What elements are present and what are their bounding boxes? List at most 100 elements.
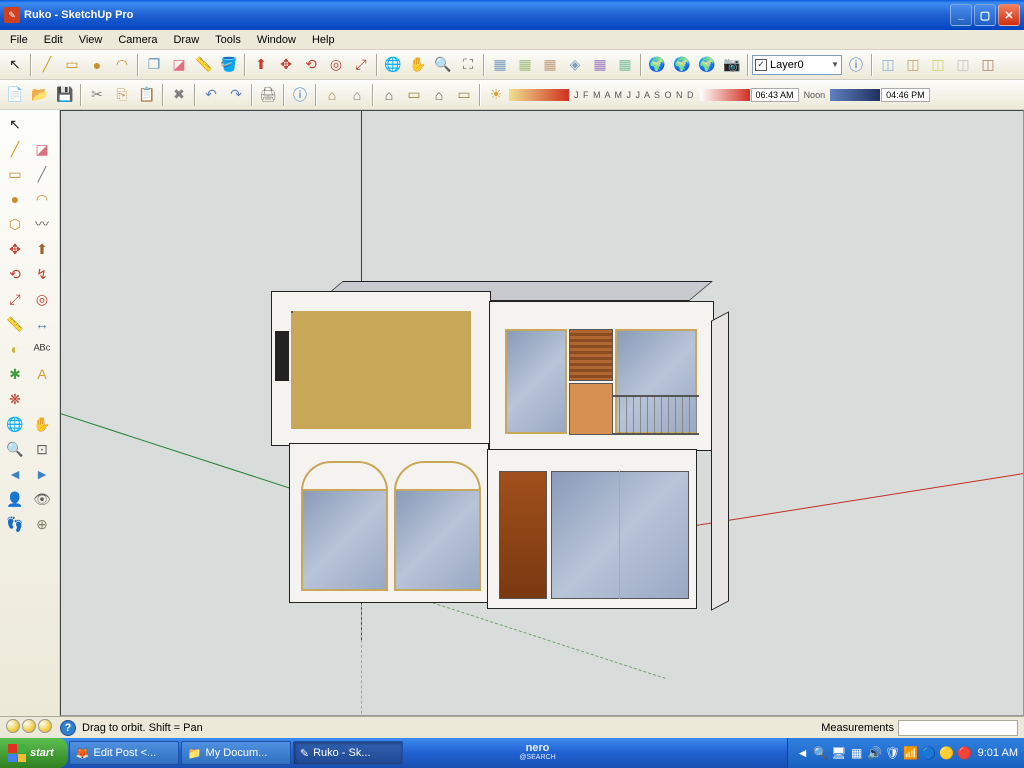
menu-draw[interactable]: Draw [165, 32, 207, 48]
rotate2-icon[interactable]: ⟲ [2, 262, 28, 286]
open-icon[interactable]: 📂 [28, 83, 52, 107]
measurements-input[interactable] [898, 720, 1018, 736]
ge4-icon[interactable]: 📷 [720, 53, 744, 77]
new-icon[interactable]: 📄 [3, 83, 27, 107]
line-tool-icon[interactable]: ╱ [2, 137, 28, 161]
shaded-icon[interactable]: ◫ [876, 53, 900, 77]
start-button[interactable]: start [0, 738, 68, 768]
top-icon[interactable]: ▦ [538, 53, 562, 77]
copy-icon[interactable]: ⎘ [110, 83, 134, 107]
line-icon[interactable]: ╱ [35, 53, 59, 77]
tray-icon-9[interactable]: 🔴 [957, 745, 973, 761]
xray-icon[interactable]: ◫ [951, 53, 975, 77]
house3-icon[interactable]: ⌂ [377, 83, 401, 107]
shadow-time-slider-am[interactable] [700, 89, 750, 101]
ge3-icon[interactable]: 🌍 [695, 53, 719, 77]
tray-icon-1[interactable]: 🔍 [813, 745, 829, 761]
shadow-time-slider-pm[interactable] [830, 89, 880, 101]
menu-view[interactable]: View [71, 32, 111, 48]
maximize-button[interactable]: ▢ [974, 4, 996, 26]
orbit2-icon[interactable]: 🌐 [2, 412, 28, 436]
close-button[interactable]: ✕ [998, 4, 1020, 26]
paste-icon[interactable]: 📋 [135, 83, 159, 107]
menu-edit[interactable]: Edit [36, 32, 71, 48]
rotate-icon[interactable]: ⟲ [299, 53, 323, 77]
house2-icon[interactable]: ⌂ [345, 83, 369, 107]
line2-tool-icon[interactable]: ╱ [29, 162, 55, 186]
move-icon[interactable]: ✥ [274, 53, 298, 77]
clock[interactable]: 9:01 AM [978, 747, 1018, 759]
side1-icon[interactable]: ▦ [588, 53, 612, 77]
poly-tool-icon[interactable]: ⬡ [2, 212, 28, 236]
sun-icon[interactable]: ☀ [484, 83, 508, 107]
menu-help[interactable]: Help [304, 32, 343, 48]
wire-icon[interactable]: ◫ [901, 53, 925, 77]
freehand-tool-icon[interactable]: 〰 [29, 212, 55, 236]
zoom-icon[interactable]: 🔍 [431, 53, 455, 77]
iso-icon[interactable]: ◈ [563, 53, 587, 77]
tray-icon-0[interactable]: ◄ [795, 745, 811, 761]
menu-file[interactable]: File [2, 32, 36, 48]
tape2-icon[interactable]: 📏 [2, 312, 28, 336]
position-icon[interactable]: 👤 [2, 487, 28, 511]
section-icon[interactable]: ❋ [2, 387, 28, 411]
shadow-date-slider[interactable] [509, 89, 569, 101]
scale-icon[interactable]: ⤢ [349, 53, 373, 77]
arc-icon[interactable]: ◠ [110, 53, 134, 77]
layer-info-icon[interactable]: ⓘ [844, 53, 868, 77]
followme-icon[interactable]: ↯ [29, 262, 55, 286]
side2-icon[interactable]: ▦ [613, 53, 637, 77]
select-icon[interactable]: ↖ [3, 53, 27, 77]
tape-icon[interactable]: 📏 [192, 53, 216, 77]
tray-icon-8[interactable]: 🟡 [939, 745, 955, 761]
rect-tool-icon[interactable]: ▭ [2, 162, 28, 186]
circle-tool-icon[interactable]: ● [2, 187, 28, 211]
menu-tools[interactable]: Tools [207, 32, 249, 48]
taskbar-item-firefox[interactable]: 🦊Edit Post <... [69, 741, 179, 765]
rectangle-icon[interactable]: ▭ [60, 53, 84, 77]
next-icon[interactable]: ► [29, 462, 55, 486]
viewport-3d[interactable] [60, 110, 1024, 716]
system-tray[interactable]: ◄🔍🖥▦🔊🛡📶🔵🟡🔴9:01 AM [787, 738, 1024, 768]
3dtext-icon[interactable]: A [29, 362, 55, 386]
dim-icon[interactable]: ↔ [29, 312, 55, 336]
offset2-icon[interactable]: ◎ [29, 287, 55, 311]
save-icon[interactable]: 💾 [53, 83, 77, 107]
ge-icon[interactable]: 🌍 [645, 53, 669, 77]
tray-icon-7[interactable]: 🔵 [921, 745, 937, 761]
hidden-icon[interactable]: ◫ [926, 53, 950, 77]
tray-icon-6[interactable]: 📶 [903, 745, 919, 761]
move2-icon[interactable]: ✥ [2, 237, 28, 261]
back-icon[interactable]: ▦ [513, 53, 537, 77]
house1-icon[interactable]: ⌂ [320, 83, 344, 107]
print-icon[interactable]: 🖨 [256, 83, 280, 107]
cut-icon[interactable]: ✂ [85, 83, 109, 107]
eraser-tool-icon[interactable]: ◪ [29, 137, 55, 161]
zoomwin-icon[interactable]: ⊡ [29, 437, 55, 461]
nero-search[interactable]: nero@SEARCH [519, 744, 555, 762]
layer-dropdown[interactable]: ✓Layer0▼ [752, 55, 842, 75]
status-bubbles[interactable] [6, 719, 54, 736]
offset-icon[interactable]: ◎ [324, 53, 348, 77]
pushpull2-icon[interactable]: ⬆ [29, 237, 55, 261]
arc-tool-icon[interactable]: ◠ [29, 187, 55, 211]
info-icon[interactable]: ⓘ [288, 83, 312, 107]
walk-icon[interactable]: 👣 [2, 512, 28, 536]
tray-icon-3[interactable]: ▦ [849, 745, 865, 761]
paint-icon[interactable]: 🪣 [217, 53, 241, 77]
redo-icon[interactable]: ↷ [224, 83, 248, 107]
zoom2-icon[interactable]: 🔍 [2, 437, 28, 461]
orbit-icon[interactable]: 🌐 [381, 53, 405, 77]
tray-icon-2[interactable]: 🖥 [831, 745, 847, 761]
minimize-button[interactable]: _ [950, 4, 972, 26]
delete-icon[interactable]: ✖ [167, 83, 191, 107]
taskbar-item-explorer[interactable]: 📁My Docum... [181, 741, 291, 765]
look-icon[interactable]: 👁 [29, 487, 55, 511]
select-tool-icon[interactable]: ↖ [2, 112, 28, 136]
tray-icon-5[interactable]: 🛡 [885, 745, 901, 761]
pushpull-icon[interactable]: ⬆ [249, 53, 273, 77]
eraser-icon[interactable]: ◪ [167, 53, 191, 77]
scale2-icon[interactable]: ⤢ [2, 287, 28, 311]
protractor-icon[interactable]: ◐ [2, 337, 28, 361]
menu-window[interactable]: Window [249, 32, 304, 48]
